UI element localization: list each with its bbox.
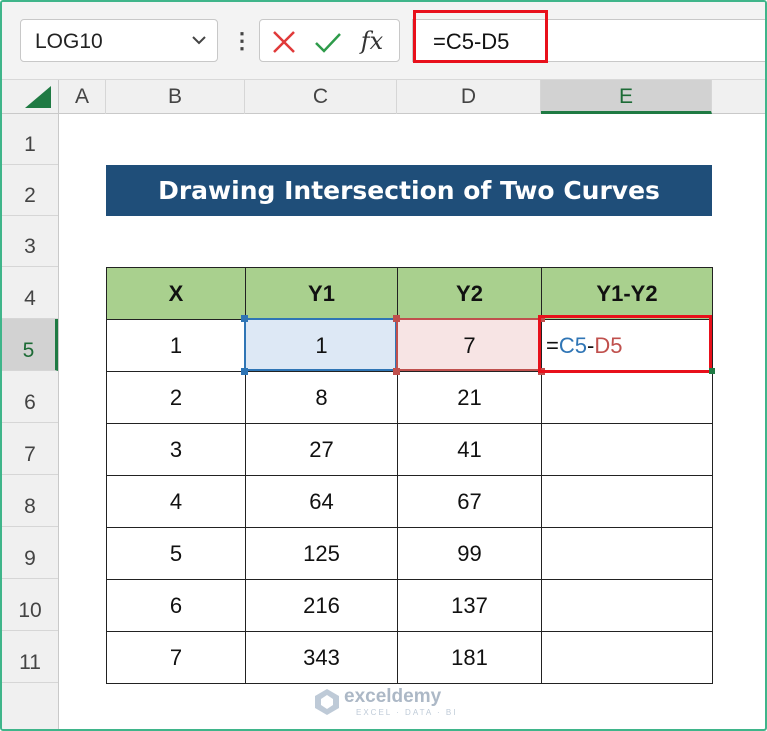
cell-e9[interactable] (541, 527, 713, 580)
cell-b8[interactable]: 4 (106, 475, 246, 528)
cell-b7[interactable]: 3 (106, 423, 246, 476)
row-header-2[interactable]: 2 (2, 165, 58, 216)
watermark-name: exceldemy (344, 686, 442, 707)
more-options-icon[interactable]: ⋮ (231, 22, 253, 60)
table-row: 6 216 137 (106, 579, 713, 632)
reference-d5-border (396, 318, 541, 371)
cell-b10[interactable]: 6 (106, 579, 246, 632)
table-row: 4 64 67 (106, 475, 713, 528)
cell-e6[interactable] (541, 371, 713, 424)
cancel-icon[interactable] (268, 26, 300, 58)
cell-e8[interactable] (541, 475, 713, 528)
insert-function-icon[interactable]: fx (356, 26, 388, 58)
column-header-b[interactable]: B (106, 80, 245, 114)
formula-bar: LOG10 ⋮ fx =C5-D5 (2, 2, 765, 80)
select-all-button[interactable] (2, 80, 59, 114)
cell-d11[interactable]: 181 (397, 631, 542, 684)
column-headers: A B C D E (2, 80, 765, 114)
row-header-4[interactable]: 4 (2, 267, 58, 319)
formula-highlight-box (413, 10, 548, 63)
row-header-11[interactable]: 11 (2, 631, 58, 683)
cell-b6[interactable]: 2 (106, 371, 246, 424)
cell-b9[interactable]: 5 (106, 527, 246, 580)
select-all-icon (25, 86, 51, 108)
fill-handle[interactable] (709, 368, 715, 374)
resize-handle[interactable] (241, 315, 248, 322)
sheet-title[interactable]: Drawing Intersection of Two Curves (106, 165, 712, 216)
cell-e11[interactable] (541, 631, 713, 684)
cell-c6[interactable]: 8 (245, 371, 398, 424)
cell-e7[interactable] (541, 423, 713, 476)
header-y1[interactable]: Y1 (245, 267, 398, 320)
cell-c7[interactable]: 27 (245, 423, 398, 476)
row-headers: 1 2 3 4 5 6 7 8 9 10 11 (2, 114, 59, 729)
cell-b11[interactable]: 7 (106, 631, 246, 684)
row-header-8[interactable]: 8 (2, 475, 58, 527)
cell-b5[interactable]: 1 (106, 319, 246, 372)
row-header-9[interactable]: 9 (2, 527, 58, 579)
table-header-row: X Y1 Y2 Y1-Y2 (106, 267, 713, 320)
row-header-6[interactable]: 6 (2, 371, 58, 423)
cell-d6[interactable]: 21 (397, 371, 542, 424)
cell-d7[interactable]: 41 (397, 423, 542, 476)
column-header-c[interactable]: C (245, 80, 397, 114)
reference-c5-border (244, 318, 397, 371)
cell-c10[interactable]: 216 (245, 579, 398, 632)
table-row: 2 8 21 (106, 371, 713, 424)
table-row: 5 125 99 (106, 527, 713, 580)
chevron-down-icon[interactable] (191, 32, 207, 48)
resize-handle[interactable] (393, 368, 400, 375)
watermark: exceldemy EXCEL · DATA · BI (314, 686, 474, 722)
table-row: 7 343 181 (106, 631, 713, 684)
watermark-sub: EXCEL · DATA · BI (356, 708, 458, 717)
header-y2[interactable]: Y2 (397, 267, 542, 320)
active-cell-highlight (538, 315, 712, 373)
formula-buttons: fx (259, 19, 400, 62)
cell-d8[interactable]: 67 (397, 475, 542, 528)
row-header-1[interactable]: 1 (2, 114, 58, 165)
cell-e10[interactable] (541, 579, 713, 632)
row-header-7[interactable]: 7 (2, 423, 58, 475)
exceldemy-logo-icon (315, 689, 339, 715)
column-header-e[interactable]: E (541, 80, 712, 114)
table-row: 3 27 41 (106, 423, 713, 476)
column-header-d[interactable]: D (397, 80, 541, 114)
resize-handle[interactable] (393, 315, 400, 322)
cell-c11[interactable]: 343 (245, 631, 398, 684)
cell-c8[interactable]: 64 (245, 475, 398, 528)
name-box[interactable]: LOG10 (20, 19, 218, 62)
enter-icon[interactable] (312, 26, 344, 58)
cell-c9[interactable]: 125 (245, 527, 398, 580)
cell-d10[interactable]: 137 (397, 579, 542, 632)
name-box-value: LOG10 (35, 30, 103, 53)
cell-d9[interactable]: 99 (397, 527, 542, 580)
header-y1-y2[interactable]: Y1-Y2 (541, 267, 713, 320)
row-header-10[interactable]: 10 (2, 579, 58, 631)
header-x[interactable]: X (106, 267, 246, 320)
row-header-3[interactable]: 3 (2, 216, 58, 267)
resize-handle[interactable] (241, 368, 248, 375)
excel-window: LOG10 ⋮ fx =C5-D5 A B C D E 1 2 3 4 5 6 … (0, 0, 767, 731)
row-header-5[interactable]: 5 (2, 319, 58, 371)
column-header-a[interactable]: A (59, 80, 106, 114)
